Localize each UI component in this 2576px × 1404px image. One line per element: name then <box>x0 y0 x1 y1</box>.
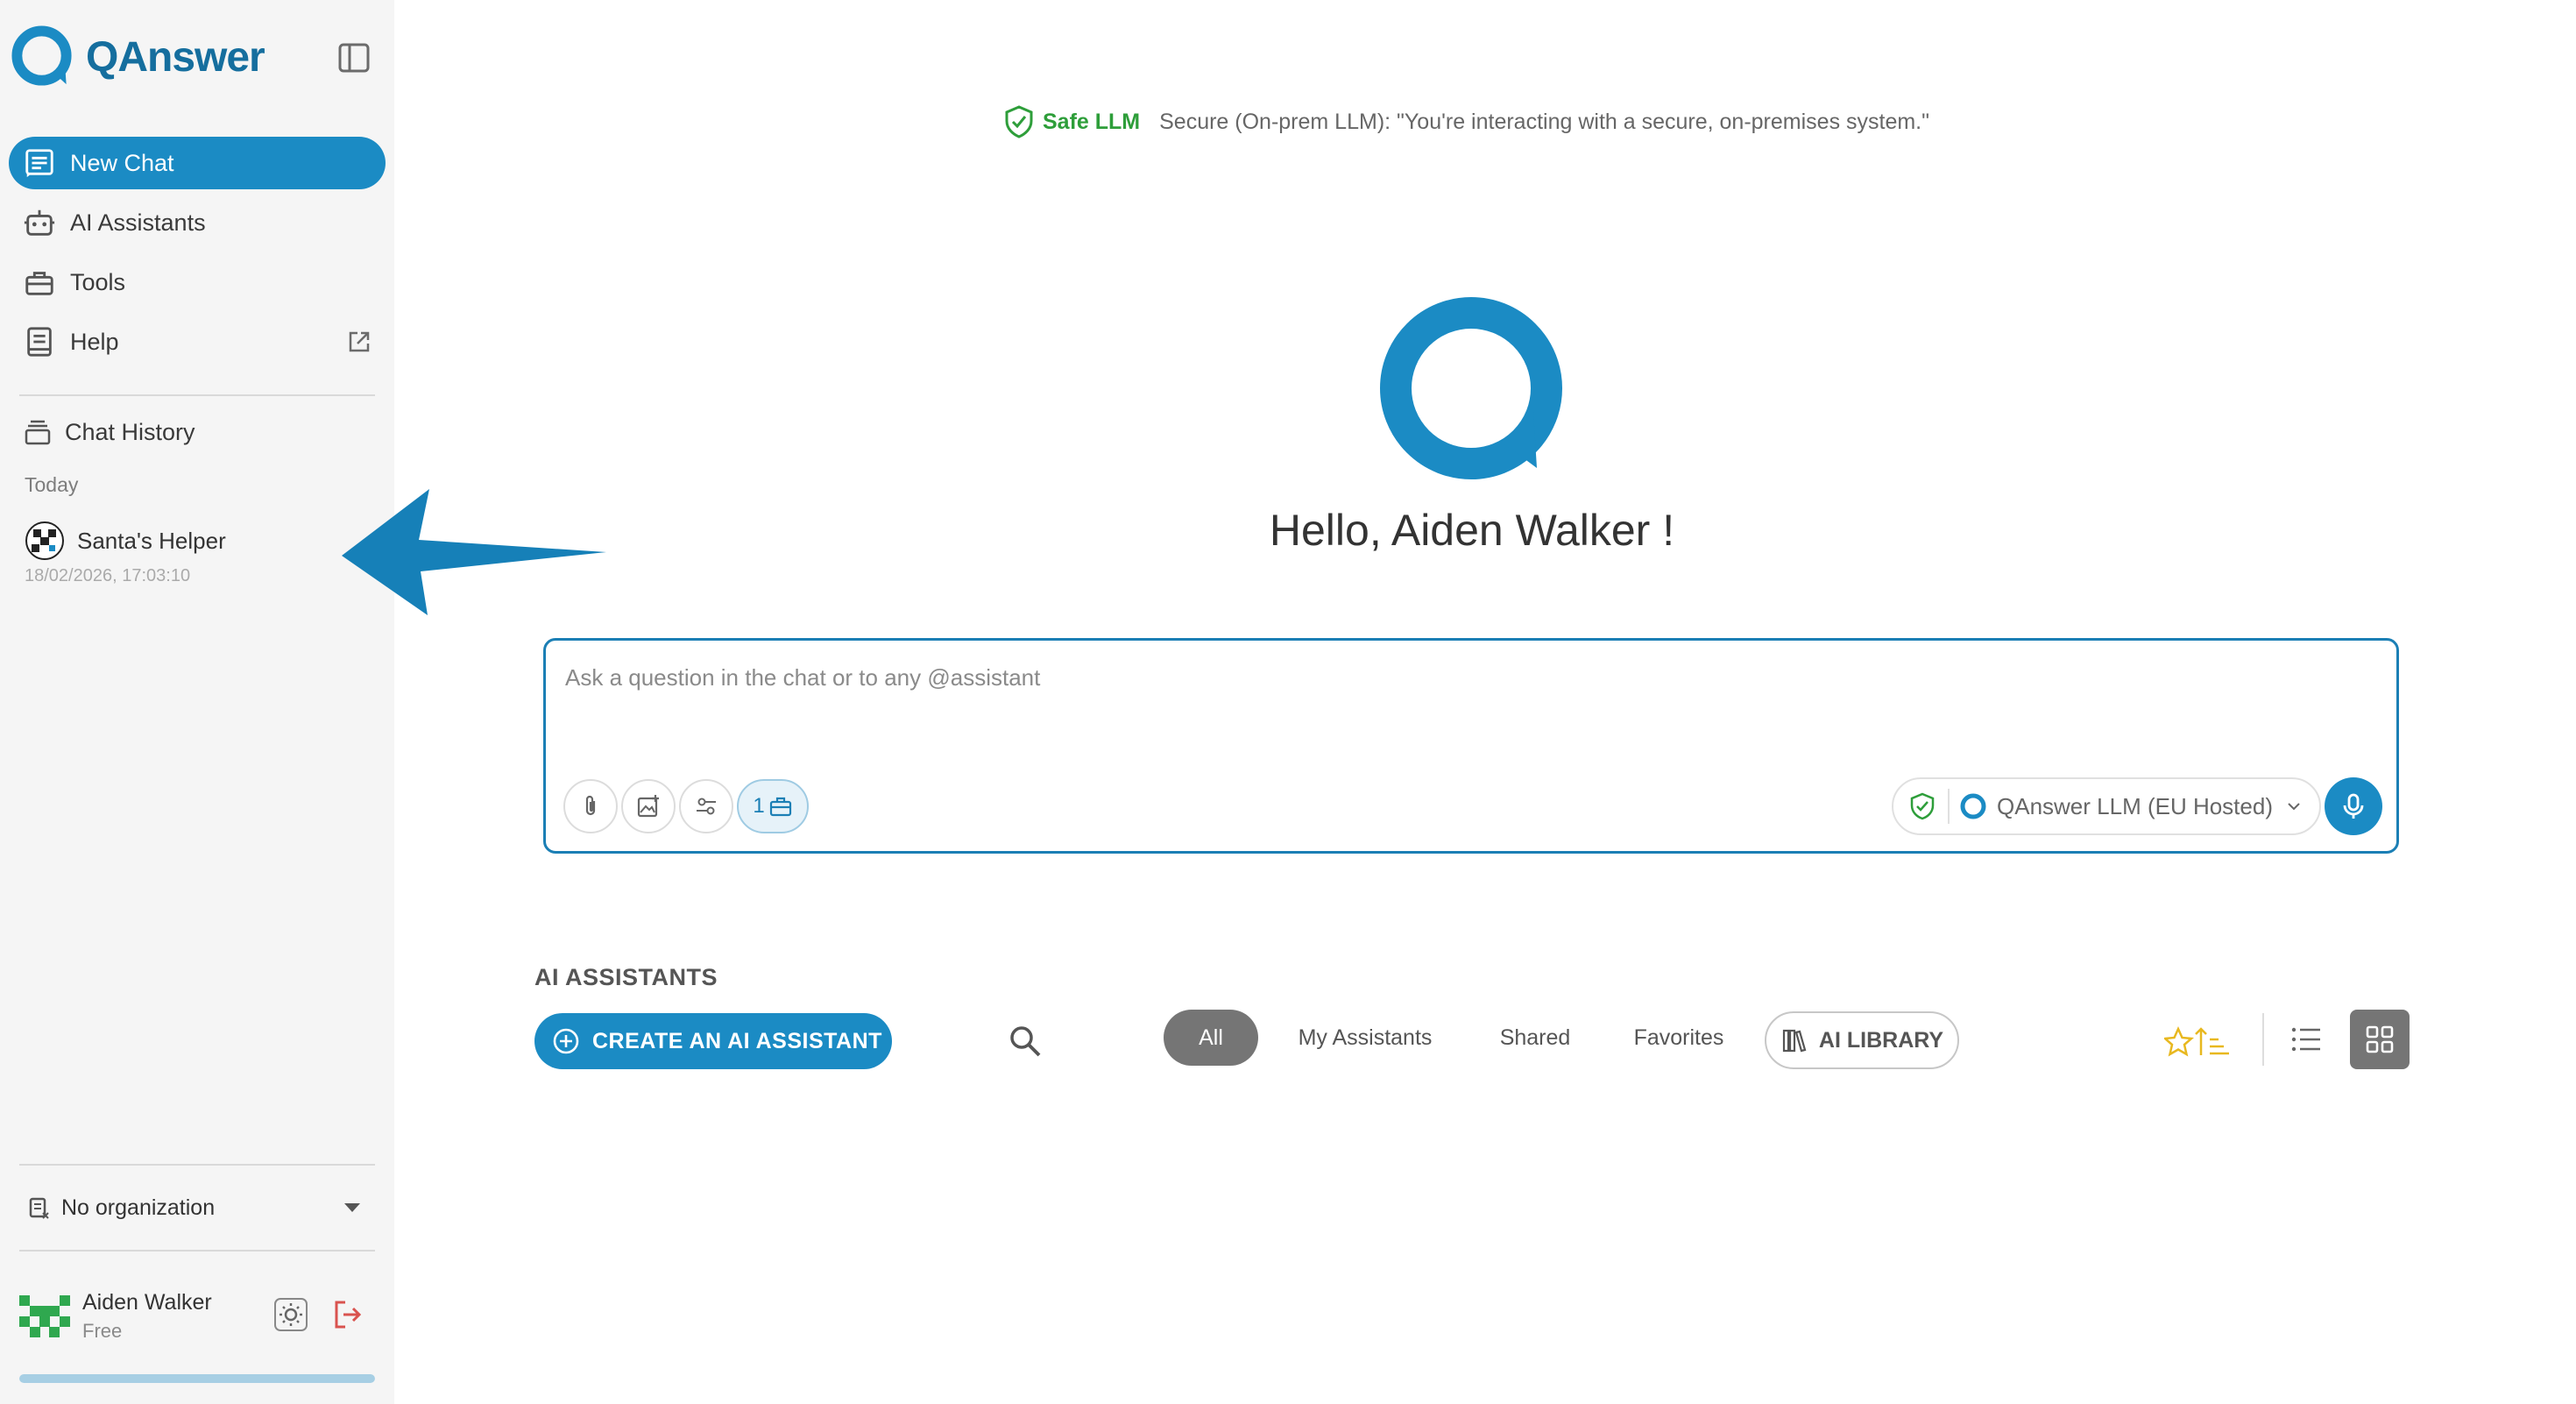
microphone-icon <box>2343 793 2364 819</box>
model-select[interactable]: QAnswer LLM (EU Hosted) <box>1892 777 2321 835</box>
chat-icon <box>25 149 53 178</box>
nav-new-chat[interactable]: New Chat <box>9 137 386 189</box>
qanswer-logo-icon <box>11 25 72 86</box>
list-view-icon[interactable] <box>2289 1022 2324 1057</box>
caret-down-icon <box>344 1203 360 1212</box>
sort-favorites-icon[interactable] <box>2164 1025 2231 1060</box>
create-assistant-label: CREATE AN AI ASSISTANT <box>592 1028 882 1053</box>
tools-count: 1 <box>753 794 765 818</box>
plus-circle-icon <box>553 1028 579 1054</box>
sliders-icon <box>697 798 716 815</box>
history-item-date: 18/02/2026, 17:03:10 <box>25 566 191 585</box>
safe-llm-text: Secure (On-prem LLM): "You're interactin… <box>1159 109 1930 134</box>
filter-tab-label: Shared <box>1499 1025 1571 1050</box>
image-upload-button[interactable] <box>621 779 676 833</box>
sidebar-divider <box>19 394 375 396</box>
brand[interactable]: QAnswer <box>11 25 265 89</box>
toolbox-icon <box>769 797 791 817</box>
nav-label: AI Assistants <box>70 209 206 236</box>
usage-progress-bar <box>19 1374 375 1383</box>
logout-icon[interactable] <box>331 1299 363 1330</box>
user-name: Aiden Walker <box>82 1290 212 1315</box>
organization-select[interactable]: No organization <box>26 1188 368 1227</box>
organization-value: No organization <box>61 1195 216 1220</box>
nav-label: Tools <box>70 268 126 295</box>
safe-llm-banner: Safe LLM Secure (On-prem LLM): "You're i… <box>1004 105 1929 138</box>
user-block: Aiden Walker Free <box>19 1285 379 1346</box>
sidebar-toggle-icon[interactable] <box>336 40 372 75</box>
filter-tab-all[interactable]: All <box>1164 1010 1258 1066</box>
settings-toggle-button[interactable] <box>679 779 733 833</box>
chat-input[interactable] <box>565 660 2370 695</box>
theme-settings-icon[interactable] <box>273 1297 308 1332</box>
history-item[interactable]: Santa's Helper 18/02/2026, 17:03:10 <box>25 521 340 586</box>
sidebar-divider <box>19 1164 375 1166</box>
filter-tab-label: Favorites <box>1633 1025 1724 1050</box>
history-stack-icon <box>25 420 51 445</box>
chevron-down-icon <box>2288 803 2300 811</box>
user-avatar-icon[interactable] <box>19 1288 70 1339</box>
nav-tools[interactable]: Tools <box>9 256 386 308</box>
usage-progress-fill <box>19 1374 375 1383</box>
model-value: QAnswer LLM (EU Hosted) <box>1997 792 2273 819</box>
ai-library-label: AI LIBRARY <box>1818 1027 1944 1053</box>
shield-check-icon <box>1005 105 1033 138</box>
chat-history-label: Chat History <box>65 418 195 445</box>
paperclip-icon <box>585 795 596 816</box>
robot-icon <box>24 209 55 236</box>
nav-help[interactable]: Help <box>9 316 386 368</box>
grid-view-icon <box>2366 1025 2394 1053</box>
assistant-avatar-icon <box>25 521 64 560</box>
model-divider <box>1948 789 1950 824</box>
chat-composer: 1 QAnswer LLM (EU Hosted) <box>543 638 2399 854</box>
brand-name: QAnswer <box>86 33 265 81</box>
sidebar-divider <box>19 1250 375 1252</box>
qanswer-hero-logo-icon <box>1380 297 1562 479</box>
app-root: QAnswer New Chat AI Assistants Tools Hel… <box>0 0 2576 1404</box>
ai-library-button[interactable]: AI LIBRARY <box>1765 1011 1959 1069</box>
grid-view-button[interactable] <box>2350 1010 2410 1069</box>
view-divider <box>2262 1013 2264 1066</box>
search-icon[interactable] <box>1008 1024 1043 1059</box>
history-group-label: Today <box>25 473 79 496</box>
nav-label: New Chat <box>70 149 174 176</box>
book-icon <box>27 327 52 357</box>
filter-tab-favorites[interactable]: Favorites <box>1619 1010 1738 1066</box>
create-assistant-button[interactable]: CREATE AN AI ASSISTANT <box>534 1013 892 1069</box>
user-plan: Free <box>82 1320 123 1342</box>
filter-tab-label: My Assistants <box>1298 1025 1433 1050</box>
safe-llm-label: Safe LLM <box>1043 109 1141 134</box>
qanswer-model-icon <box>1960 793 1986 819</box>
assistants-section-title: AI ASSISTANTS <box>534 964 718 990</box>
attach-file-button[interactable] <box>563 779 618 833</box>
annotation-arrow-icon <box>342 489 606 615</box>
image-add-icon <box>637 795 659 818</box>
sidebar: QAnswer New Chat AI Assistants Tools Hel… <box>0 0 394 1404</box>
filter-tab-shared[interactable]: Shared <box>1481 1010 1589 1066</box>
nav-label: Help <box>70 328 119 355</box>
voice-input-button[interactable] <box>2325 777 2382 835</box>
greeting-heading: Hello, Aiden Walker ! <box>1269 506 1675 555</box>
nav-ai-assistants[interactable]: AI Assistants <box>9 196 386 249</box>
chat-history-header[interactable]: Chat History <box>23 417 195 447</box>
filter-tab-my-assistants[interactable]: My Assistants <box>1279 1010 1451 1066</box>
history-item-name: Santa's Helper <box>77 527 226 554</box>
library-icon <box>1782 1029 1807 1053</box>
toolbox-icon <box>25 272 53 295</box>
filter-tab-label: All <box>1199 1025 1223 1050</box>
organization-icon <box>29 1197 49 1219</box>
shield-check-icon <box>1910 792 1935 820</box>
external-link-icon <box>349 331 370 352</box>
tools-count-button[interactable]: 1 <box>737 779 809 833</box>
